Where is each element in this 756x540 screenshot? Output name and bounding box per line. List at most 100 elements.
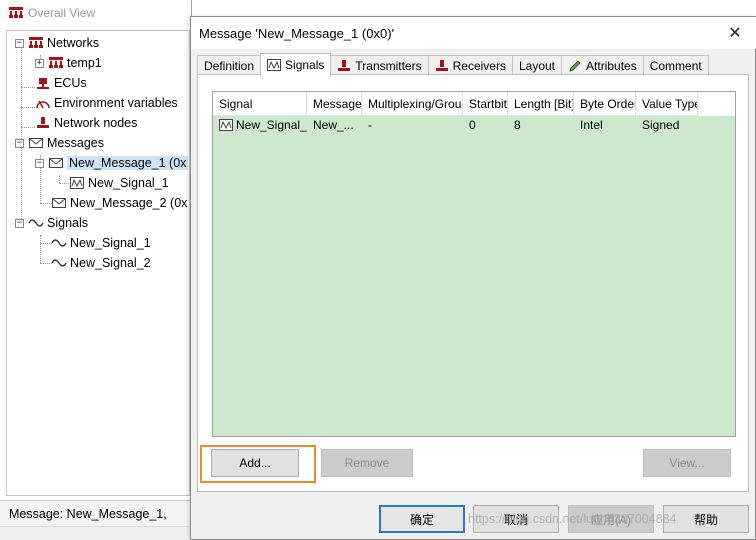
table-cell-length: 8	[514, 118, 521, 132]
signal-box-icon	[69, 176, 85, 190]
tree-item-label: ECUs	[54, 76, 87, 90]
table-row[interactable]: New_Signal_1 New_... - 0 8 Intel Signed	[213, 116, 735, 134]
network-icon	[48, 56, 64, 70]
column-header-byte-order[interactable]: Byte Order	[574, 92, 636, 116]
tree-item-new-message-2[interactable]: New_Message_2 (0x	[51, 193, 187, 213]
tree-item-label: New_Message_2 (0x	[70, 196, 188, 210]
tab-transmitters[interactable]: Transmitters	[330, 55, 429, 75]
tree-item-environment-variables[interactable]: Environment variables	[35, 93, 178, 113]
sine-wave-icon	[51, 236, 67, 250]
sine-wave-icon	[28, 216, 44, 230]
node-icon	[337, 59, 351, 73]
node-icon	[35, 116, 51, 130]
tree-item-label: Messages	[47, 136, 104, 150]
overall-view-title: Overall View	[0, 0, 192, 26]
ecu-icon	[35, 76, 51, 90]
message-dialog: Message 'New_Message_1 (0x0)' ✕ Definiti…	[190, 16, 756, 540]
tab-label: Attributes	[586, 58, 637, 73]
tab-attributes[interactable]: Attributes	[561, 55, 644, 75]
window-bottom-edge	[0, 526, 192, 540]
apply-button[interactable]: 应用(A)	[568, 505, 654, 533]
envelope-icon	[28, 136, 44, 150]
tree-item-message-signal[interactable]: New_Signal_1	[69, 173, 169, 193]
node-icon	[435, 59, 449, 73]
table-cell-signal: New_Signal_1	[213, 116, 307, 134]
table-cell-message: New_...	[313, 118, 354, 132]
tab-bar: Definition Signals Transmitters Receiver…	[197, 53, 709, 76]
tree-item-ecus[interactable]: ECUs	[35, 73, 87, 93]
add-button[interactable]: Add...	[211, 449, 299, 477]
view-button[interactable]: View...	[643, 449, 731, 477]
ok-button[interactable]: 确定	[379, 505, 465, 533]
cancel-button[interactable]: 取消	[473, 505, 559, 533]
tree-panel: − Networks + temp1 ECUs Environment vari…	[6, 30, 190, 496]
tab-comment[interactable]: Comment	[642, 55, 709, 75]
column-header-signal[interactable]: Signal	[213, 92, 307, 116]
collapse-icon[interactable]: −	[35, 158, 44, 168]
tab-label: Layout	[518, 58, 556, 73]
tree-item-signals[interactable]: − Signals	[15, 213, 88, 233]
tab-receivers[interactable]: Receivers	[427, 55, 513, 75]
help-button[interactable]: 帮助	[663, 505, 749, 533]
tree-item-label: Networks	[47, 36, 100, 50]
collapse-icon[interactable]: −	[15, 38, 24, 48]
column-header-multiplexing-group[interactable]: Multiplexing/Group	[362, 92, 463, 116]
tree-item-signal-2[interactable]: New_Signal_2	[51, 253, 151, 273]
tree-item-signal-1[interactable]: New_Signal_1	[51, 233, 151, 253]
column-header-filler	[698, 92, 735, 116]
signal-list-header: Signal Message Multiplexing/Group Startb…	[213, 92, 735, 116]
tab-label: Definition	[204, 58, 255, 73]
dialog-titlebar[interactable]: Message 'New_Message_1 (0x0)'	[191, 17, 756, 49]
tab-layout[interactable]: Layout	[511, 55, 563, 75]
tree-item-label: Environment variables	[54, 96, 178, 110]
table-cell-startbit: 0	[469, 118, 476, 132]
pencil-icon	[568, 59, 582, 73]
overall-view-title-text: Overall View	[28, 6, 96, 20]
tab-definition[interactable]: Definition	[197, 55, 262, 75]
envelope-icon	[51, 196, 67, 210]
collapse-icon[interactable]: −	[15, 138, 24, 148]
tree-item-label: New_Message_1 (0x	[67, 156, 189, 170]
overall-view-window: Overall View − Networks + temp1 ECUs Env…	[0, 0, 192, 540]
column-header-message[interactable]: Message	[307, 92, 362, 116]
column-header-value-type[interactable]: Value Type	[636, 92, 698, 116]
table-cell-multiplexing: -	[368, 118, 372, 132]
tab-label: Comment	[649, 58, 702, 73]
tree-item-label: New_Signal_1	[70, 236, 151, 250]
collapse-icon[interactable]: −	[15, 218, 24, 228]
tree-item-network-nodes[interactable]: Network nodes	[35, 113, 137, 133]
tree-item-messages[interactable]: − Messages	[15, 133, 104, 153]
sine-wave-icon	[51, 256, 67, 270]
tree-item-label: Signals	[47, 216, 88, 230]
dialog-title: Message 'New_Message_1 (0x0)'	[199, 25, 394, 41]
table-cell-value-type: Signed	[642, 118, 680, 132]
tree-item-networks[interactable]: − Networks	[15, 33, 99, 53]
tree-item-temp1[interactable]: + temp1	[35, 53, 102, 73]
tree-item-label: New_Signal_1	[88, 176, 169, 190]
network-icon	[28, 36, 44, 50]
column-header-length[interactable]: Length [Bit]	[508, 92, 574, 116]
network-icon	[8, 6, 24, 20]
signal-box-icon	[219, 118, 233, 132]
expand-icon[interactable]: +	[35, 58, 44, 68]
tree-item-label: Network nodes	[54, 116, 138, 130]
cell-text: New_Signal_1	[236, 118, 307, 132]
tree-item-new-message-1[interactable]: − New_Message_1 (0x	[35, 153, 189, 173]
status-bar: Message: New_Message_1,	[0, 500, 192, 526]
column-header-startbit[interactable]: Startbit	[463, 92, 508, 116]
remove-button[interactable]: Remove	[321, 449, 413, 477]
signal-list[interactable]: Signal Message Multiplexing/Group Startb…	[212, 91, 736, 437]
tree-item-label: New_Signal_2	[70, 256, 151, 270]
tab-label: Signals	[285, 58, 325, 72]
gauge-icon	[35, 96, 51, 110]
close-icon[interactable]: ✕	[725, 23, 745, 43]
tab-label: Transmitters	[355, 58, 422, 73]
tab-label: Receivers	[452, 58, 506, 73]
signal-box-icon	[267, 58, 282, 72]
status-text: Message: New_Message_1,	[9, 506, 167, 521]
tree-item-label: temp1	[67, 56, 102, 70]
table-cell-byte-order: Intel	[580, 118, 603, 132]
signals-tab-panel: Signal Message Multiplexing/Group Startb…	[197, 74, 749, 492]
tab-signals[interactable]: Signals	[260, 53, 332, 76]
envelope-icon	[48, 156, 64, 170]
